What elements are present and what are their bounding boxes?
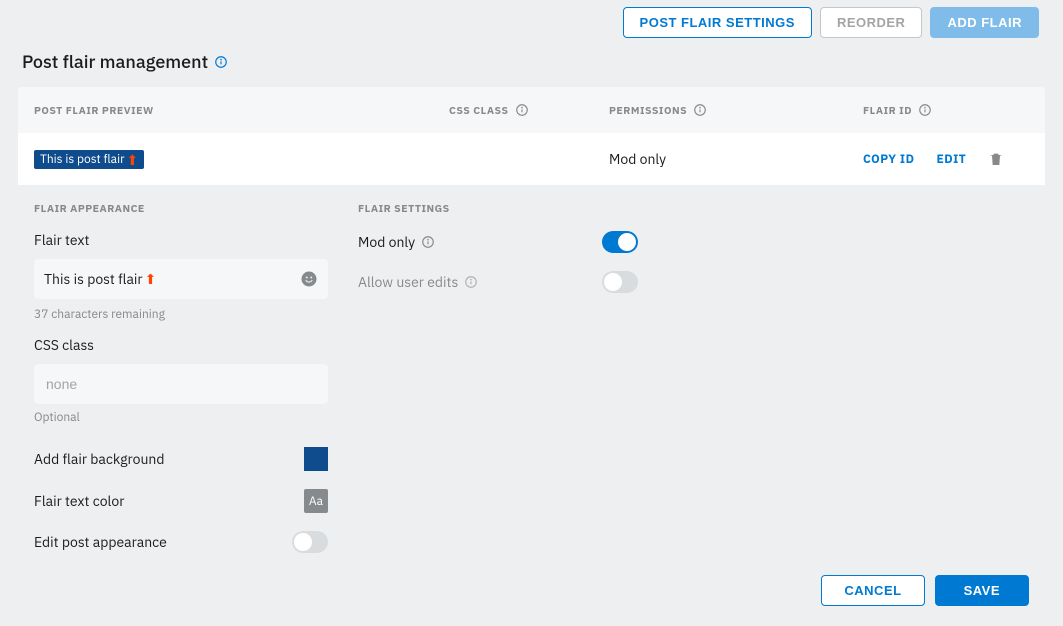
cancel-button[interactable]: Cancel — [821, 575, 924, 606]
emoji-picker-icon[interactable] — [300, 270, 318, 288]
chars-remaining: 37 characters remaining — [34, 307, 328, 322]
col-css-header: CSS Class — [449, 103, 609, 117]
editor-footer: Cancel Save — [18, 561, 1045, 626]
text-color-label: Flair text color — [34, 492, 124, 510]
trash-icon[interactable] — [988, 151, 1004, 167]
add-flair-button[interactable]: Add Flair — [930, 7, 1039, 38]
flair-chip: This is post flair ⬆ — [34, 150, 144, 169]
top-action-bar: Post Flair Settings Reorder Add Flair — [0, 0, 1063, 44]
edit-post-appearance-toggle[interactable] — [292, 531, 328, 553]
table-row: This is post flair ⬆ Mod only Copy ID Ed… — [18, 133, 1045, 185]
allow-user-edits-toggle[interactable] — [602, 271, 638, 293]
bg-color-swatch[interactable] — [304, 447, 328, 471]
info-icon[interactable] — [918, 103, 932, 117]
permissions-cell: Mod only — [609, 150, 863, 168]
appearance-section-label: Flair Appearance — [34, 201, 328, 215]
mod-only-label: Mod only — [358, 233, 415, 251]
reorder-button[interactable]: Reorder — [820, 7, 923, 38]
edit-button[interactable]: Edit — [936, 152, 966, 167]
bg-label: Add flair background — [34, 450, 164, 468]
info-icon[interactable] — [214, 55, 228, 69]
flair-chip-text: This is post flair — [40, 152, 124, 167]
info-icon[interactable] — [421, 235, 435, 249]
col-flairid-header: Flair ID — [863, 103, 1029, 117]
css-class-helper: Optional — [34, 410, 328, 425]
appearance-column: Flair Appearance Flair text This is post… — [34, 201, 328, 553]
flair-text-input[interactable]: This is post flair ⬆ — [34, 259, 328, 299]
table-header: Post Flair Preview CSS Class Permissions… — [18, 87, 1045, 133]
allow-user-edits-label: Allow user edits — [358, 273, 458, 291]
flair-editor: Flair Appearance Flair text This is post… — [18, 185, 1045, 626]
settings-column: Flair Settings Mod only Allow user edits — [358, 201, 1029, 553]
arrow-up-icon: ⬆ — [145, 270, 157, 288]
page-title-row: Post flair management — [0, 44, 1063, 87]
mod-only-toggle[interactable] — [602, 231, 638, 253]
copy-id-button[interactable]: Copy ID — [863, 152, 914, 167]
text-color-swatch[interactable]: Aa — [304, 489, 328, 513]
arrow-up-icon: ⬆ — [126, 153, 138, 167]
css-class-label: CSS class — [34, 336, 328, 354]
info-icon[interactable] — [693, 103, 707, 117]
flair-table: Post Flair Preview CSS Class Permissions… — [18, 87, 1045, 185]
info-icon[interactable] — [464, 275, 478, 289]
col-preview-header: Post Flair Preview — [34, 103, 449, 117]
css-class-input[interactable] — [34, 364, 328, 404]
post-flair-settings-button[interactable]: Post Flair Settings — [623, 7, 812, 38]
save-button[interactable]: Save — [935, 575, 1029, 606]
flair-preview-cell: This is post flair ⬆ — [34, 149, 449, 169]
flair-text-label: Flair text — [34, 231, 328, 249]
edit-post-appearance-label: Edit post appearance — [34, 533, 167, 551]
page-title: Post flair management — [22, 50, 208, 73]
col-permissions-header: Permissions — [609, 103, 863, 117]
row-actions: Copy ID Edit — [863, 151, 1029, 167]
info-icon[interactable] — [515, 103, 529, 117]
settings-section-label: Flair Settings — [358, 201, 1029, 215]
